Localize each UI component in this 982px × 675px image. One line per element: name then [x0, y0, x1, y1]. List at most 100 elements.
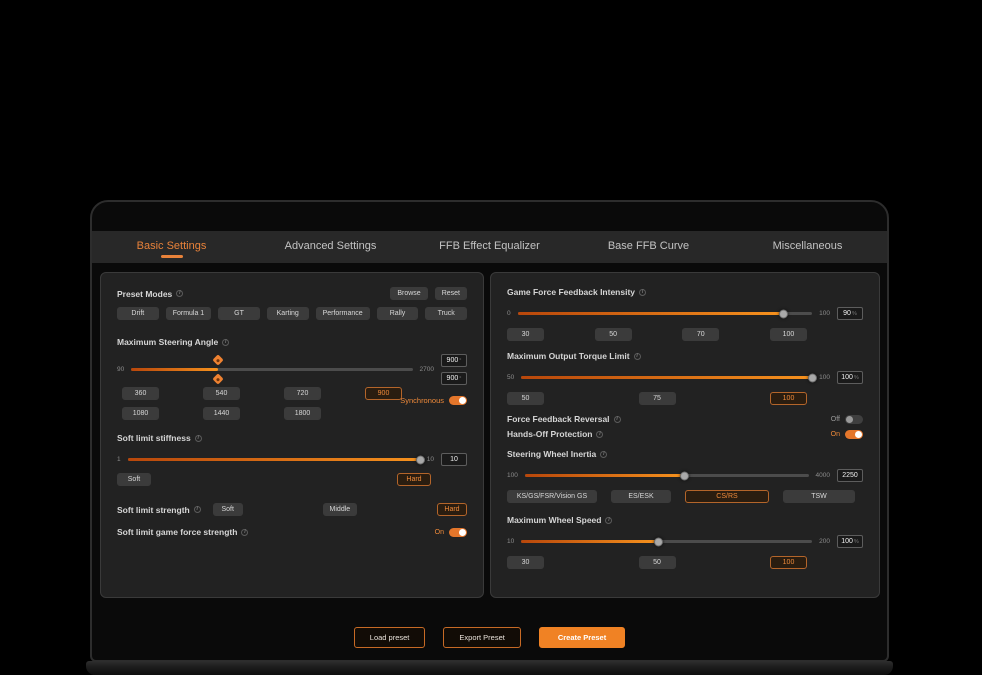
angle-1080-button[interactable]: 1080	[122, 407, 159, 420]
angle-360-button[interactable]: 360	[122, 387, 159, 400]
info-icon[interactable]	[596, 431, 603, 438]
hands-off-protection-label: Hands-Off Protection	[507, 429, 603, 439]
intensity-50-button[interactable]: 50	[595, 328, 632, 341]
intensity-30-button[interactable]: 30	[507, 328, 544, 341]
torque-value: 100	[841, 374, 853, 381]
wheel-speed-100-button[interactable]: 100	[770, 556, 807, 569]
wheel-speed-30-button[interactable]: 30	[507, 556, 544, 569]
degree-unit: °	[459, 358, 461, 364]
wheel-speed-50-button[interactable]: 50	[639, 556, 676, 569]
angle-720-button[interactable]: 720	[284, 387, 321, 400]
inertia-slider-handle[interactable]	[680, 471, 689, 480]
torque-100-button[interactable]: 100	[770, 392, 807, 405]
inertia-ks-gs-fsr-visiongs-button[interactable]: KS/GS/FSR/Vision GS	[507, 490, 597, 503]
info-icon[interactable]	[639, 289, 646, 296]
strength-soft-button[interactable]: Soft	[213, 503, 243, 516]
wheel-speed-slider-handle[interactable]	[654, 537, 663, 546]
preset-rally-button[interactable]: Rally	[377, 307, 419, 320]
intensity-70-button[interactable]: 70	[682, 328, 719, 341]
info-icon[interactable]	[176, 290, 183, 297]
intensity-slider[interactable]	[518, 312, 813, 315]
inertia-es-esk-button[interactable]: ES/ESK	[611, 490, 671, 503]
info-icon[interactable]	[605, 517, 612, 524]
steering-angle-value-input-1[interactable]: 900 °	[441, 354, 467, 367]
inertia-cs-rs-button[interactable]: CS/RS	[685, 490, 769, 503]
soft-limit-game-force-label: Soft limit game force strength	[117, 527, 248, 537]
tab-basic-settings[interactable]: Basic Settings	[92, 234, 251, 260]
steering-angle-handle-top[interactable]	[213, 354, 224, 365]
wheel-speed-value: 100	[841, 538, 853, 545]
preset-performance-button[interactable]: Performance	[316, 307, 370, 320]
preset-formula1-button[interactable]: Formula 1	[166, 307, 212, 320]
stiffness-hard-button[interactable]: Hard	[397, 473, 431, 486]
stiffness-slider[interactable]	[128, 458, 420, 461]
steering-angle-value-input-2[interactable]: 900 °	[441, 372, 467, 385]
tab-base-ffb-curve[interactable]: Base FFB Curve	[569, 234, 728, 260]
inertia-tsw-button[interactable]: TSW	[783, 490, 855, 503]
inertia-value-input[interactable]: 2250	[837, 469, 863, 482]
wheel-speed-value-input[interactable]: 100 %	[837, 535, 863, 548]
info-icon[interactable]	[600, 451, 607, 458]
wheel-inertia-label-text: Steering Wheel Inertia	[507, 449, 596, 459]
stiffness-soft-button[interactable]: Soft	[117, 473, 151, 486]
info-icon[interactable]	[195, 435, 202, 442]
reset-button[interactable]: Reset	[435, 287, 467, 300]
create-preset-button[interactable]: Create Preset	[539, 627, 625, 648]
preset-truck-button[interactable]: Truck	[425, 307, 467, 320]
strength-middle-button[interactable]: Middle	[323, 503, 358, 516]
info-icon[interactable]	[194, 506, 201, 513]
steering-angle-slider[interactable]	[131, 368, 412, 371]
preset-drift-button[interactable]: Drift	[117, 307, 159, 320]
torque-value-input[interactable]: 100 %	[837, 371, 863, 384]
info-icon[interactable]	[614, 416, 621, 423]
intensity-max: 100	[819, 310, 830, 317]
intensity-slider-handle[interactable]	[779, 309, 788, 318]
game-force-toggle[interactable]	[449, 528, 467, 537]
torque-slider-handle[interactable]	[808, 373, 817, 382]
stiffness-slider-handle[interactable]	[416, 455, 425, 464]
preset-actions: Load preset Export Preset Create Preset	[92, 627, 887, 648]
tab-miscellaneous[interactable]: Miscellaneous	[728, 234, 887, 260]
angle-900-button[interactable]: 900	[365, 387, 402, 400]
browse-button[interactable]: Browse	[390, 287, 427, 300]
torque-50-button[interactable]: 50	[507, 392, 544, 405]
preset-karting-button[interactable]: Karting	[267, 307, 309, 320]
ffb-reversal-state: Off	[831, 416, 840, 423]
panel-steering-settings: Preset Modes Browse Reset Drift Formula …	[100, 272, 484, 598]
screen: Basic Settings Advanced Settings FFB Eff…	[0, 0, 982, 675]
steering-angle-max: 2700	[420, 366, 434, 373]
panel-force-feedback-settings: Game Force Feedback Intensity 0 100 90 %…	[490, 272, 880, 598]
intensity-100-button[interactable]: 100	[770, 328, 807, 341]
synchronous-toggle[interactable]	[449, 396, 467, 405]
steering-angle-value-2: 900	[447, 375, 459, 382]
info-icon[interactable]	[634, 353, 641, 360]
wheel-speed-slider[interactable]	[521, 540, 812, 543]
load-preset-button[interactable]: Load preset	[354, 627, 426, 648]
inertia-slider[interactable]	[525, 474, 809, 477]
steering-angle-handle-bottom[interactable]	[213, 373, 224, 384]
ffb-reversal-label-text: Force Feedback Reversal	[507, 414, 610, 424]
stiffness-value-input[interactable]: 10	[441, 453, 467, 466]
tab-ffb-effect-equalizer[interactable]: FFB Effect Equalizer	[410, 234, 569, 260]
angle-540-button[interactable]: 540	[203, 387, 240, 400]
torque-slider[interactable]	[521, 376, 812, 379]
angle-1440-button[interactable]: 1440	[203, 407, 240, 420]
ffb-reversal-toggle[interactable]	[845, 415, 863, 424]
info-icon[interactable]	[222, 339, 229, 346]
export-preset-button[interactable]: Export Preset	[443, 627, 520, 648]
degree-unit: °	[459, 376, 461, 382]
strength-hard-button[interactable]: Hard	[437, 503, 467, 516]
steering-angle-presets: 360 540 720 900 1080 1440 1800 Synchrono…	[122, 387, 467, 420]
info-icon[interactable]	[241, 529, 248, 536]
torque-75-button[interactable]: 75	[639, 392, 676, 405]
ffb-reversal-label: Force Feedback Reversal	[507, 414, 621, 424]
preset-gt-button[interactable]: GT	[218, 307, 260, 320]
stiffness-max: 10	[427, 456, 434, 463]
intensity-value: 90	[843, 310, 851, 317]
intensity-value-input[interactable]: 90 %	[837, 307, 863, 320]
hands-off-toggle[interactable]	[845, 430, 863, 439]
tab-advanced-settings[interactable]: Advanced Settings	[251, 234, 410, 260]
intensity-min: 0	[507, 310, 511, 317]
max-output-torque-label: Maximum Output Torque Limit	[507, 351, 863, 361]
angle-1800-button[interactable]: 1800	[284, 407, 321, 420]
